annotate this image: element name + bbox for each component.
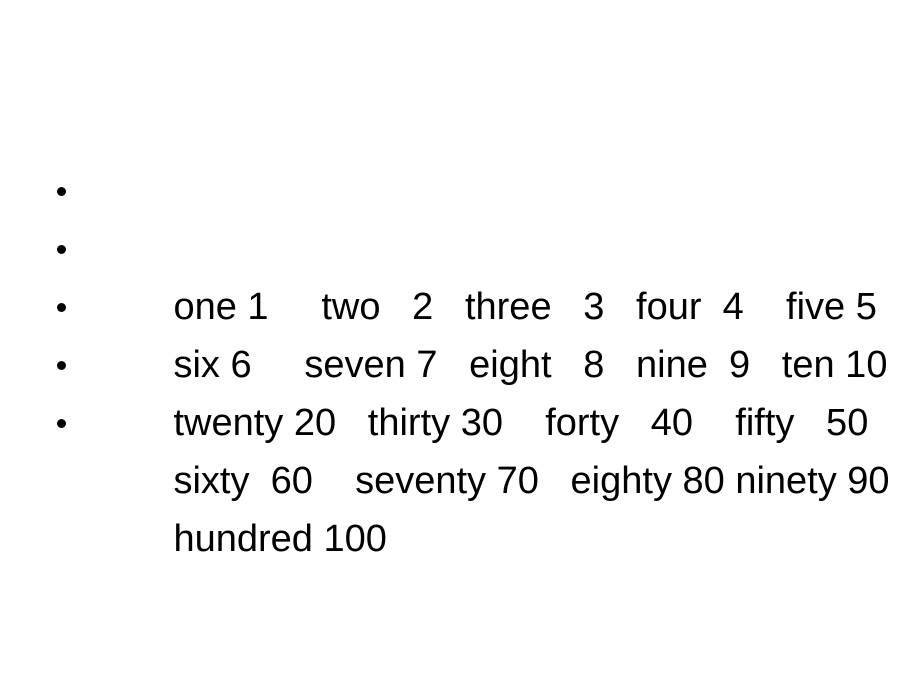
- list-item[interactable]: one 1 two 2 three 3 four 4 five 5: [50, 162, 880, 328]
- slide-canvas: one 1 two 2 three 3 four 4 five 5 six 6 …: [0, 0, 920, 690]
- list-item[interactable]: hundred 100: [50, 394, 880, 560]
- bullet-point-icon: [57, 303, 66, 312]
- bullet-point-icon: [57, 245, 66, 254]
- list-item[interactable]: six 6 seven 7 eight 8 nine 9 ten 10: [50, 220, 887, 386]
- content-placeholder: one 1 two 2 three 3 four 4 five 5 six 6 …: [50, 162, 890, 560]
- list-item[interactable]: sixty 60 seventy 70 eighty 80 ninety 90: [50, 336, 890, 502]
- bullet-point-icon: [57, 187, 66, 196]
- bullet-point-icon: [57, 361, 66, 370]
- list-item-label: hundred 100: [173, 518, 387, 560]
- list-item-label: sixty 60 seventy 70 eighty 80 ninety 90: [173, 460, 890, 502]
- bullet-point-icon: [57, 419, 66, 428]
- bullet-list: one 1 two 2 three 3 four 4 five 5 six 6 …: [50, 162, 890, 560]
- list-item[interactable]: twenty 20 thirty 30 forty 40 fifty 50: [50, 278, 880, 444]
